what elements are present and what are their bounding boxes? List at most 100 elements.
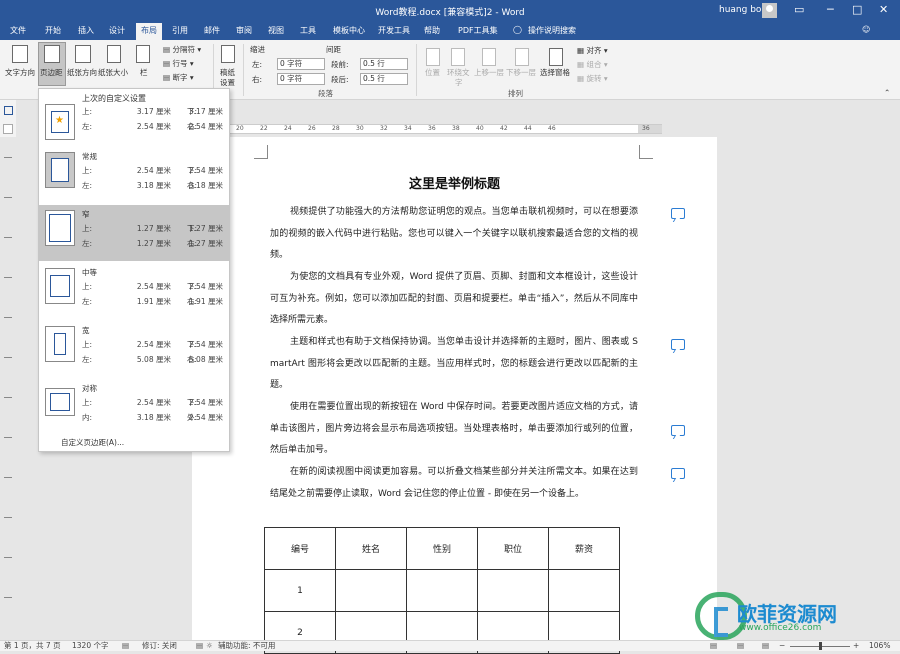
web-layout-icon[interactable]: ▤ bbox=[762, 641, 769, 651]
tab-references[interactable]: 引用 bbox=[172, 25, 188, 36]
vertical-ruler[interactable] bbox=[0, 137, 16, 640]
proofing-icon[interactable]: ▤ bbox=[122, 641, 129, 651]
orientation-button[interactable]: 纸张方向 bbox=[67, 67, 97, 78]
columns-icon[interactable] bbox=[136, 45, 150, 63]
document-paragraph[interactable]: 主题和样式也有助于文档保持协调。当您单击设计并选择新的主题时，图片、图表或 Sm… bbox=[270, 332, 638, 397]
group-arrange-label: 排列 bbox=[508, 89, 523, 98]
table-cell[interactable] bbox=[335, 569, 407, 612]
indent-left-input[interactable]: 0 字符 bbox=[277, 58, 325, 70]
tab-help[interactable]: 帮助 bbox=[424, 25, 440, 36]
tab-file[interactable]: 文件 bbox=[10, 25, 26, 36]
tab-template-center[interactable]: 模板中心 bbox=[333, 25, 365, 36]
line-numbers-button[interactable]: ▤ 行号 ▾ bbox=[163, 58, 194, 69]
zoom-in-button[interactable]: + bbox=[853, 641, 859, 651]
tab-insert[interactable]: 插入 bbox=[78, 25, 94, 36]
save-icon[interactable] bbox=[4, 106, 13, 115]
collapse-ribbon-icon[interactable]: ⌃ bbox=[884, 88, 890, 97]
breaks-button[interactable]: ▤ 分隔符 ▾ bbox=[163, 44, 201, 55]
zoom-level[interactable]: 106% bbox=[869, 641, 890, 651]
table-header-cell[interactable]: 薪资 bbox=[548, 527, 620, 570]
avatar[interactable] bbox=[762, 3, 777, 18]
accessibility-icon[interactable]: ☼ bbox=[206, 641, 213, 651]
table-header-cell[interactable]: 性别 bbox=[406, 527, 478, 570]
tab-developer[interactable]: 开发工具 bbox=[378, 25, 410, 36]
indent-right-input[interactable]: 0 字符 bbox=[277, 73, 325, 85]
table-header-cell[interactable]: 姓名 bbox=[335, 527, 407, 570]
text-direction-icon[interactable] bbox=[12, 45, 28, 63]
manuscript-icon[interactable] bbox=[221, 45, 235, 63]
comment-icon[interactable] bbox=[671, 425, 685, 436]
table-header-cell[interactable]: 编号 bbox=[264, 527, 336, 570]
tab-stop-selector[interactable] bbox=[3, 124, 13, 134]
focus-icon[interactable]: ▤ bbox=[710, 641, 717, 651]
table-cell[interactable] bbox=[406, 569, 478, 612]
tab-mailings[interactable]: 邮件 bbox=[204, 25, 220, 36]
spacing-before-input[interactable]: 0.5 行 bbox=[360, 58, 408, 70]
group-paragraph-label: 段落 bbox=[318, 89, 333, 98]
tab-layout[interactable]: 布局 bbox=[136, 23, 162, 40]
margin-option-narrow[interactable]: 窄 上: 1.27 厘米 下: 1.27 厘米 左: 1.27 厘米 右: 1.… bbox=[39, 205, 229, 261]
manuscript-button-line2[interactable]: 设置 bbox=[220, 77, 235, 88]
tab-tools[interactable]: 工具 bbox=[300, 25, 316, 36]
ruler-number: 28 bbox=[332, 125, 340, 132]
size-icon[interactable] bbox=[107, 45, 121, 63]
ruler-number: 38 bbox=[452, 125, 460, 132]
margins-icon[interactable] bbox=[44, 45, 60, 63]
tab-pdf-tools[interactable]: PDF工具集 bbox=[458, 25, 498, 36]
margin-option-mirrored[interactable]: 对称 上: 2.54 厘米 下: 2.54 厘米 内: 3.18 厘米 外: 2… bbox=[39, 379, 229, 435]
read-mode-icon[interactable]: ▤ bbox=[737, 641, 744, 651]
word-count[interactable]: 1320 个字 bbox=[72, 641, 108, 651]
table-header-cell[interactable]: 职位 bbox=[477, 527, 549, 570]
columns-button[interactable]: 栏 bbox=[140, 67, 148, 78]
position-icon bbox=[426, 48, 440, 66]
margin-thumbnail bbox=[45, 326, 75, 362]
comment-icon[interactable] bbox=[671, 339, 685, 350]
ribbon-tabs: 文件 开始 插入 设计 布局 引用 邮件 审阅 视图 工具 模板中心 开发工具 … bbox=[0, 22, 900, 40]
tab-view[interactable]: 视图 bbox=[268, 25, 284, 36]
document-table[interactable]: 编号 姓名 性别 职位 薪资 1 2 bbox=[264, 527, 620, 654]
comment-icon[interactable] bbox=[671, 468, 685, 479]
table-cell[interactable] bbox=[477, 569, 549, 612]
zoom-out-button[interactable]: − bbox=[779, 641, 785, 651]
orientation-icon[interactable] bbox=[75, 45, 91, 63]
selection-pane-icon[interactable] bbox=[549, 48, 563, 66]
align-button[interactable]: ▦ 对齐 ▾ bbox=[577, 45, 608, 56]
document-page[interactable]: 这里是举例标题 视频提供了功能强大的方法帮助您证明您的观点。当您单击联机视频时，… bbox=[192, 137, 717, 654]
track-changes-status[interactable]: 修订: 关闭 bbox=[142, 641, 177, 651]
document-heading[interactable]: 这里是举例标题 bbox=[192, 173, 717, 192]
table-cell[interactable]: 1 bbox=[264, 569, 336, 612]
minimize-button[interactable]: ─ bbox=[827, 3, 834, 16]
selection-pane-button[interactable]: 选择窗格 bbox=[540, 67, 570, 78]
margins-button[interactable]: 页边距 bbox=[40, 67, 63, 78]
share-icon[interactable]: ☺ bbox=[862, 25, 870, 34]
margin-bottom-value: 2.54 厘米 bbox=[188, 282, 223, 291]
maximize-button[interactable]: □ bbox=[852, 3, 862, 16]
document-paragraph[interactable]: 在新的阅读视图中阅读更加容易。可以折叠文档某些部分并关注所需文本。如果在达到结尾… bbox=[270, 462, 638, 505]
text-direction-button[interactable]: 文字方向 bbox=[5, 67, 35, 78]
table-cell[interactable] bbox=[548, 569, 620, 612]
macro-icon[interactable]: ▤ bbox=[196, 641, 203, 651]
zoom-slider-handle[interactable] bbox=[819, 642, 822, 650]
tab-home[interactable]: 开始 bbox=[45, 25, 61, 36]
hyphenation-button[interactable]: ▤ 断字 ▾ bbox=[163, 72, 194, 83]
size-button[interactable]: 纸张大小 bbox=[98, 67, 128, 78]
page-count[interactable]: 第 1 页，共 7 页 bbox=[4, 641, 61, 651]
close-button[interactable]: ✕ bbox=[879, 3, 888, 16]
lightbulb-icon[interactable]: ◯ bbox=[513, 25, 522, 34]
accessibility-status[interactable]: 辅助功能: 不可用 bbox=[218, 641, 275, 651]
margin-option-normal[interactable]: 常规 上: 2.54 厘米 下: 2.54 厘米 左: 3.18 厘米 右: 3… bbox=[39, 147, 229, 203]
ribbon-display-icon[interactable]: ▭ bbox=[794, 3, 804, 16]
margin-option-wide[interactable]: 宽 上: 2.54 厘米 下: 2.54 厘米 左: 5.08 厘米 右: 5.… bbox=[39, 321, 229, 377]
user-name[interactable]: huang bo bbox=[719, 5, 761, 15]
tab-review[interactable]: 审阅 bbox=[236, 25, 252, 36]
document-paragraph[interactable]: 视频提供了功能强大的方法帮助您证明您的观点。当您单击联机视频时，可以在想要添加的… bbox=[270, 202, 638, 267]
margin-option-moderate[interactable]: 中等 上: 2.54 厘米 下: 2.54 厘米 左: 1.91 厘米 右: 1… bbox=[39, 263, 229, 319]
comment-icon[interactable] bbox=[671, 208, 685, 219]
spacing-after-input[interactable]: 0.5 行 bbox=[360, 73, 408, 85]
tab-design[interactable]: 设计 bbox=[109, 25, 125, 36]
custom-margins-button[interactable]: 自定义页边距(A)... bbox=[61, 437, 124, 448]
document-paragraph[interactable]: 为使您的文档具有专业外观，Word 提供了页眉、页脚、封面和文本框设计，这些设计… bbox=[270, 267, 638, 332]
document-paragraph[interactable]: 使用在需要位置出现的新按钮在 Word 中保存时间。若要更改图片适应文档的方式，… bbox=[270, 397, 638, 462]
group-button: ▦ 组合 ▾ bbox=[577, 60, 608, 69]
tell-me-search[interactable]: 操作说明搜索 bbox=[528, 25, 576, 36]
